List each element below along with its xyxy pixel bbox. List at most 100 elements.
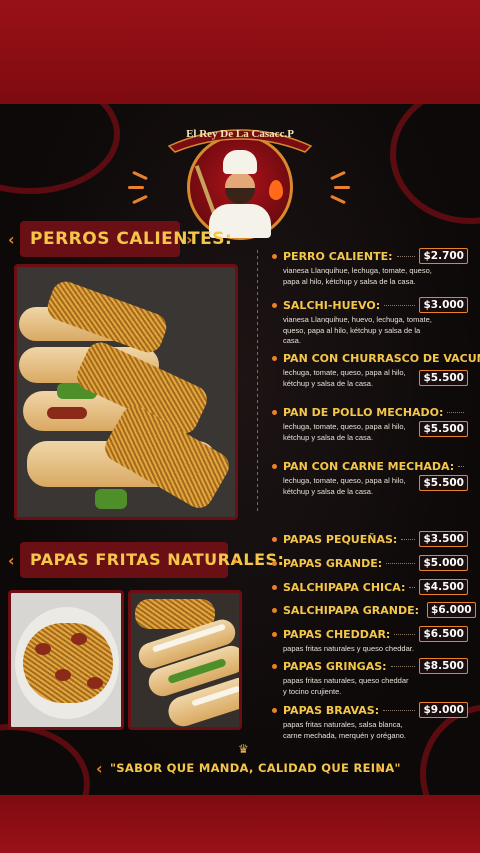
item-price: $2.700 [419,248,468,264]
bullet-icon [272,560,277,566]
menu-item: PAPAS BRAVAS: $9.000 papas fritas natural… [272,702,468,741]
bullet-icon [272,631,277,637]
photo-sausage [47,407,87,419]
dot-leader [458,465,464,467]
menu-item: SALCHI-HUEVO: $3.000 vianesa Llanquihue, … [272,297,468,347]
item-name: PAPAS BRAVAS: [283,703,380,717]
photo-fries [23,623,113,703]
photo-sausage [55,669,71,681]
item-name: PAPAS GRANDE: [283,556,383,570]
item-price: $3.500 [419,531,468,547]
chevron-right-icon: › [376,759,383,778]
column-divider [257,250,258,512]
chevron-left-icon: ‹ [8,230,15,249]
bullet-icon [272,607,277,613]
menu-item: PAPAS PEQUEÑAS: $3.500 [272,531,468,547]
brand-name: El Rey De La Casacc.P [186,128,294,140]
dot-leader [383,709,416,711]
photo-sausage [71,633,87,645]
item-name: PAPAS PEQUEÑAS: [283,532,398,546]
dot-leader [384,304,416,306]
bullet-icon [272,463,277,469]
item-price: $3.000 [419,297,468,313]
dot-leader [409,586,416,588]
item-name: PAN CON CHURRASCO DE VACUN: [283,351,480,365]
brush-decoration [0,724,90,795]
chevron-left-icon: ‹ [8,551,15,570]
photo-lettuce [95,489,127,509]
item-name: PAPAS GRINGAS: [283,659,387,673]
flame-icon [269,180,283,200]
bullet-icon [272,707,277,713]
item-description: vianesa Llanquihue, huevo, lechuga, toma… [283,315,432,345]
menu-item: PAPAS CHEDDAR: $6.500 papas fritas natura… [272,626,468,655]
bullet-icon [272,253,277,259]
brush-decoration [0,104,120,194]
menu-item: SALCHIPAPA GRANDE: $6.000 [272,602,476,618]
dot-leader [396,255,416,257]
brand-logo: El Rey De La Casacc.P [165,116,315,246]
item-description: lechuga, tomate, queso, papa al hilo, ké… [283,368,406,388]
item-description: papas fritas naturales, queso cheddar y … [283,676,409,696]
chevron-right-icon: › [232,551,239,570]
item-price: $4.500 [419,579,468,595]
item-name: SALCHIPAPA CHICA: [283,580,406,594]
menu-item: PAN CON CARNE MECHADA: lechuga, tomate, … [272,458,468,497]
menu-item: PAN CON CHURRASCO DE VACUN: lechuga, tom… [272,350,480,389]
dot-leader [386,562,416,564]
dot-leader [401,538,416,540]
item-name: PAN DE POLLO MECHADO: [283,405,444,419]
item-name: PERRO CALIENTE: [283,249,393,263]
item-price: $5.500 [419,421,468,437]
bullet-icon [272,302,277,308]
menu-item: PERRO CALIENTE: $2.700 vianesa Llanquihue… [272,248,468,287]
spark-decoration [330,194,346,205]
item-price: $8.500 [419,658,468,674]
spark-decoration [334,186,350,189]
item-description: papas fritas naturales, salsa blanca, ca… [283,720,406,740]
menu-poster: El Rey De La Casacc.P ‹ PERROS CALIENTES… [0,104,480,795]
item-price: $5.500 [419,475,468,491]
hotdogs-photo [14,264,238,520]
dot-leader [394,633,416,635]
spark-decoration [128,186,144,189]
menu-item: PAPAS GRINGAS: $8.500 papas fritas natura… [272,658,468,697]
dot-leader [390,665,416,667]
top-red-band [0,0,480,104]
item-price: $6.000 [427,602,476,618]
item-name: SALCHIPAPA GRANDE: [283,603,420,617]
slogan-text: "SABOR QUE MANDA, CALIDAD QUE REINA" [110,761,401,775]
item-name: PAPAS CHEDDAR: [283,627,391,641]
bullet-icon [272,355,277,361]
menu-item: PAPAS GRANDE: $5.000 [272,555,468,571]
completos-photo [128,590,242,730]
item-name: SALCHI-HUEVO: [283,298,381,312]
bullet-icon [272,584,277,590]
menu-item: PAN DE POLLO MECHADO: lechuga, tomate, q… [272,404,468,443]
chevron-left-icon: ‹ [96,759,103,778]
menu-item: SALCHIPAPA CHICA: $4.500 [272,579,468,595]
photo-sausage [87,677,103,689]
bullet-icon [272,536,277,542]
spark-decoration [330,170,346,181]
item-description: lechuga, tomate, queso, papa al hilo, ké… [283,476,406,496]
salchipapa-photo [8,590,124,730]
spark-decoration [132,194,148,205]
item-description: lechuga, tomate, queso, papa al hilo, ké… [283,422,406,442]
item-description: vianesa Llanquihue, lechuga, tomate, que… [283,266,432,286]
bullet-icon [272,663,277,669]
photo-sausage [35,643,51,655]
spark-decoration [132,170,148,181]
item-price: $6.500 [419,626,468,642]
item-price: $9.000 [419,702,468,718]
bottom-red-band [0,795,480,853]
item-name: PAN CON CARNE MECHADA: [283,459,455,473]
hotdogs-section-title: PERROS CALIENTES: [30,229,233,249]
crown-icon: ♛ [238,742,249,756]
item-price: $5.500 [419,370,468,386]
dot-leader [447,411,464,413]
item-price: $5.000 [419,555,468,571]
slogan-banner: "SABOR QUE MANDA, CALIDAD QUE REINA" [110,756,401,782]
item-description: papas fritas naturales y queso cheddar. [283,644,414,653]
chevron-right-icon: › [186,230,193,249]
